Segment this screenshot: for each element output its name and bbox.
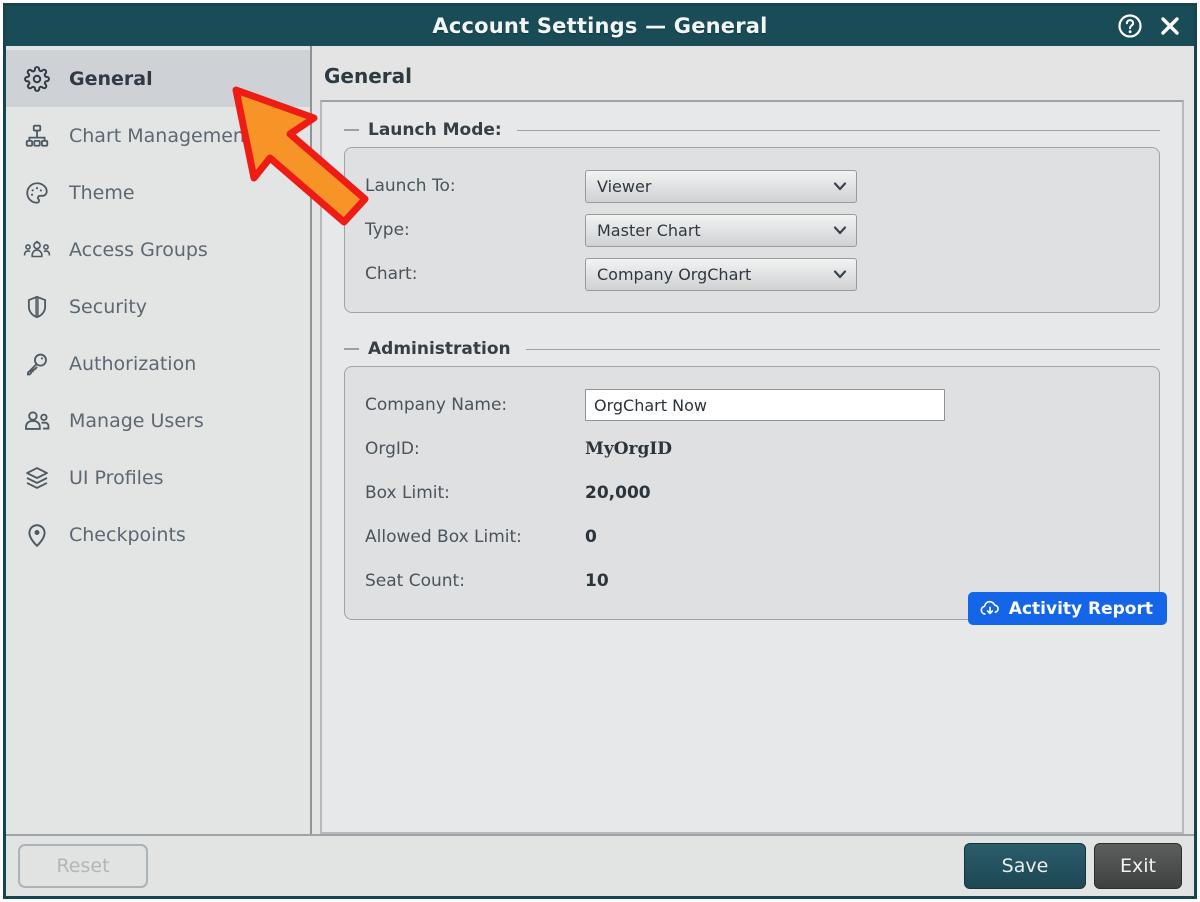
sidebar-item-security[interactable]: Security (6, 278, 310, 335)
allowed-box-limit-value: 0 (585, 527, 597, 547)
sidebar-item-chart-management[interactable]: Chart Management (6, 107, 310, 164)
sidebar-item-label: Security (69, 295, 148, 318)
seat-count-label: Seat Count: (365, 571, 465, 591)
activity-report-button[interactable]: Activity Report (967, 592, 1167, 625)
gear-icon (22, 64, 52, 94)
type-select[interactable]: Master Chart (585, 213, 857, 247)
launch-to-select[interactable]: Viewer (585, 169, 857, 203)
sidebar-item-label: Theme (69, 181, 135, 204)
org-chart-icon (22, 121, 52, 151)
launch-mode-legend-label: Launch Mode: (368, 120, 502, 140)
help-circle-icon[interactable] (1116, 12, 1144, 40)
users-icon (22, 406, 52, 436)
layers-icon (22, 463, 52, 493)
sidebar-item-checkpoints[interactable]: Checkpoints (6, 506, 310, 563)
orgid-label: OrgID: (365, 439, 420, 459)
type-label: Type: (365, 220, 410, 240)
sidebar-item-label: UI Profiles (69, 466, 164, 489)
exit-button[interactable]: Exit (1094, 843, 1182, 889)
chart-label: Chart: (365, 264, 418, 284)
sidebar-item-label: Manage Users (69, 409, 204, 432)
launch-mode-group: Launch Mode: Launch To: Viewer Type: Mas… (344, 120, 1160, 313)
chart-value: Company OrgChart (597, 264, 752, 284)
title-bar-actions (1116, 6, 1184, 46)
window-title: Account Settings — General (432, 14, 768, 38)
administration-box: Company Name: OrgID: MyOrgID Box Limit: … (344, 366, 1167, 625)
sidebar-item-label: Access Groups (69, 238, 208, 261)
sidebar-item-label: General (69, 67, 153, 90)
chevron-down-icon (832, 178, 848, 194)
company-name-label: Company Name: (365, 395, 508, 415)
launch-to-value: Viewer (597, 176, 652, 196)
company-name-input[interactable] (585, 389, 945, 421)
palette-icon (22, 178, 52, 208)
footer-bar: Reset Save Exit (6, 834, 1194, 896)
title-bar: Account Settings — General (6, 6, 1194, 46)
allowed-box-limit-label: Allowed Box Limit: (365, 527, 522, 547)
reset-button[interactable]: Reset (18, 844, 148, 888)
legend-dash-icon (344, 348, 359, 350)
page-title: General (324, 64, 412, 88)
seat-count-value: 10 (585, 571, 609, 591)
sidebar-item-label: Checkpoints (69, 523, 186, 546)
footer-actions: Save Exit (964, 843, 1182, 889)
sidebar-item-manage-users[interactable]: Manage Users (6, 392, 310, 449)
box-limit-value: 20,000 (585, 483, 651, 503)
sidebar-item-authorization[interactable]: Authorization (6, 335, 310, 392)
map-pin-icon (22, 520, 52, 550)
type-value: Master Chart (597, 220, 701, 240)
settings-panel: Launch Mode: Launch To: Viewer Type: Mas… (320, 100, 1184, 834)
allowed-box-limit-row: Allowed Box Limit: 0 (365, 515, 1139, 559)
launch-mode-box: Launch To: Viewer Type: Master Chart Cha… (344, 147, 1160, 313)
legend-dash-icon (344, 129, 359, 131)
box-limit-label: Box Limit: (365, 483, 450, 503)
launch-mode-legend: Launch Mode: (344, 120, 1160, 140)
company-name-row: Company Name: (365, 383, 1139, 427)
save-button[interactable]: Save (964, 843, 1086, 889)
sidebar-item-ui-profiles[interactable]: UI Profiles (6, 449, 310, 506)
launch-to-label: Launch To: (365, 176, 456, 196)
legend-rule (525, 348, 1160, 350)
cloud-download-icon (979, 599, 1001, 619)
type-row: Type: Master Chart (365, 208, 1139, 252)
sidebar-item-label: Authorization (69, 352, 197, 375)
key-icon (22, 349, 52, 379)
close-icon[interactable] (1156, 12, 1184, 40)
chevron-down-icon (832, 266, 848, 282)
user-group-icon (22, 235, 52, 265)
orgid-row: OrgID: MyOrgID (365, 427, 1139, 471)
sidebar-item-label: Chart Management (69, 124, 253, 147)
chevron-down-icon (832, 222, 848, 238)
administration-group: Administration Company Name: OrgID: MyOr… (344, 339, 1167, 625)
activity-report-label: Activity Report (1008, 598, 1153, 619)
shield-icon (22, 292, 52, 322)
window-body: General Chart Management Theme Access Gr… (6, 46, 1194, 834)
administration-legend: Administration (344, 339, 1160, 359)
orgid-value: MyOrgID (585, 439, 673, 459)
chart-select[interactable]: Company OrgChart (585, 257, 857, 291)
sidebar-item-theme[interactable]: Theme (6, 164, 310, 221)
legend-rule (516, 129, 1160, 131)
sidebar-item-general[interactable]: General (6, 50, 310, 107)
main-content: General Launch Mode: Launch To: Viewer T… (312, 46, 1194, 834)
chart-row: Chart: Company OrgChart (365, 252, 1139, 296)
sidebar-item-access-groups[interactable]: Access Groups (6, 221, 310, 278)
administration-legend-label: Administration (368, 339, 511, 359)
launch-to-row: Launch To: Viewer (365, 164, 1139, 208)
box-limit-row: Box Limit: 20,000 (365, 471, 1139, 515)
account-settings-window: Account Settings — General General Chart… (3, 3, 1197, 899)
sidebar: General Chart Management Theme Access Gr… (6, 46, 312, 834)
